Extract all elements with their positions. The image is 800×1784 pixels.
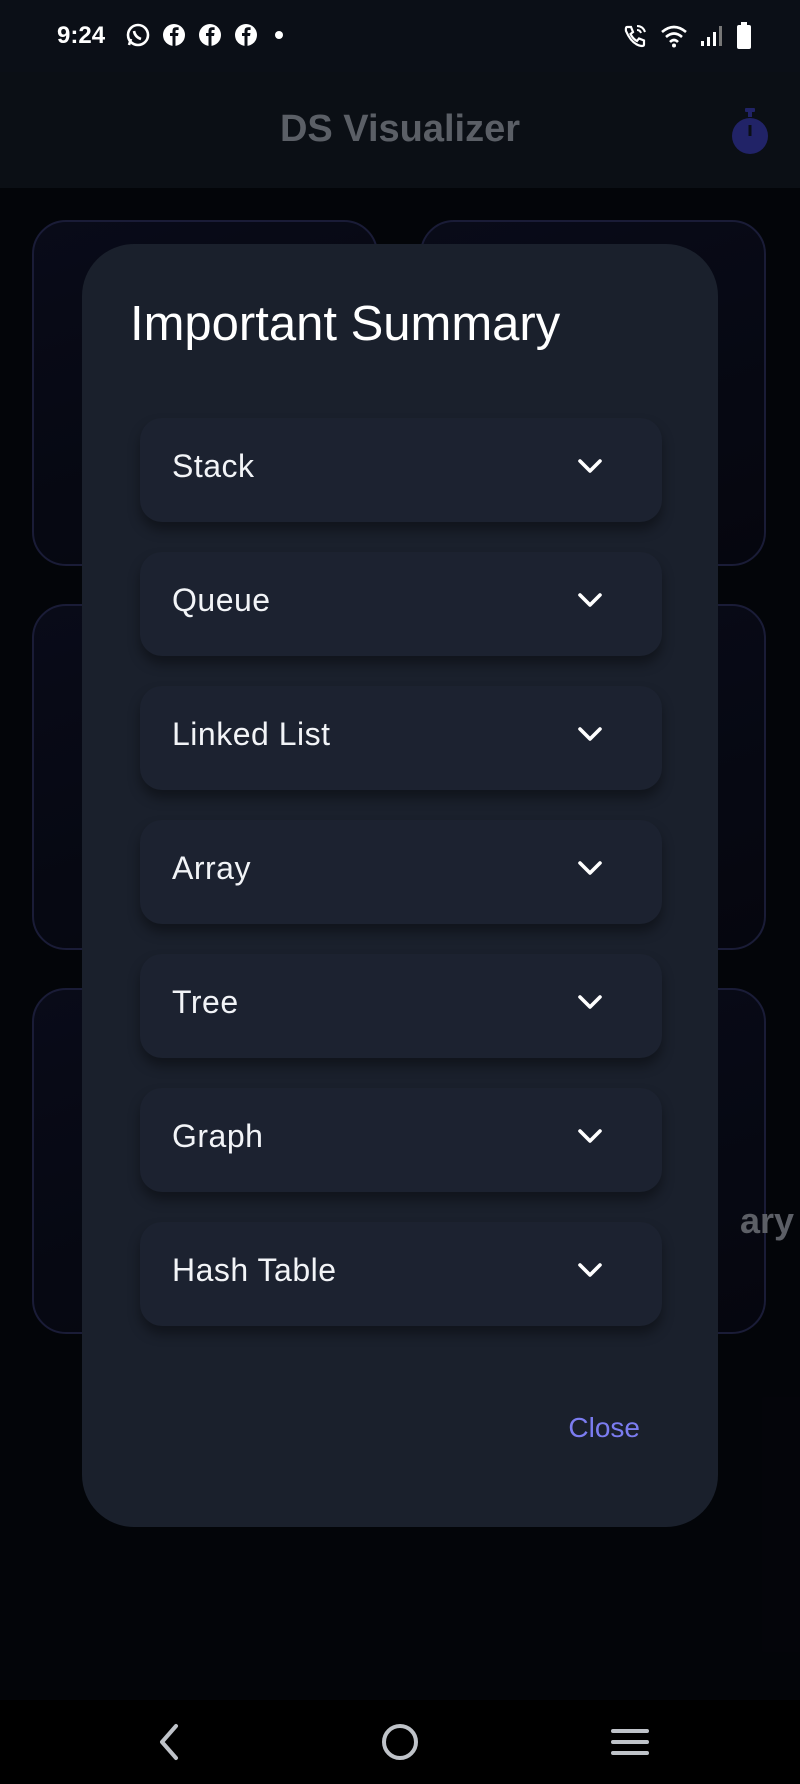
wifi-call-icon	[624, 25, 646, 48]
summary-item-label: Stack	[172, 448, 255, 484]
summary-item-queue[interactable]: Queue	[140, 552, 662, 656]
chevron-down-icon	[578, 861, 602, 875]
summary-item-label: Array	[172, 850, 251, 886]
more-notifications-dot-icon	[275, 31, 283, 39]
system-icons	[622, 22, 752, 50]
summary-list: Stack Queue Linked List Array Tree Graph	[140, 418, 662, 1356]
battery-icon	[737, 22, 751, 49]
summary-item-linked-list[interactable]: Linked List	[140, 686, 662, 790]
whatsapp-icon	[126, 23, 150, 47]
summary-item-label: Queue	[172, 582, 271, 618]
summary-item-label: Hash Table	[172, 1252, 337, 1288]
summary-item-tree[interactable]: Tree	[140, 954, 662, 1058]
chevron-down-icon	[578, 1129, 602, 1143]
summary-dialog: Important Summary Stack Queue Linked Lis…	[82, 244, 718, 1527]
facebook-icon	[199, 24, 221, 46]
signal-icon	[701, 26, 722, 46]
close-button[interactable]: Close	[568, 1412, 640, 1444]
chevron-down-icon	[578, 995, 602, 1009]
status-bar: 9:24	[0, 0, 800, 72]
summary-item-array[interactable]: Array	[140, 820, 662, 924]
chevron-down-icon	[578, 1263, 602, 1277]
notification-icons	[125, 22, 283, 48]
facebook-icon	[163, 24, 185, 46]
chevron-down-icon	[578, 459, 602, 473]
screen: 9:24 DS Visualizer ary Important Summary…	[0, 0, 800, 1784]
chevron-down-icon	[578, 593, 602, 607]
summary-item-label: Linked List	[172, 716, 331, 752]
summary-item-label: Graph	[172, 1118, 264, 1154]
system-nav-bar	[0, 1700, 800, 1784]
recents-icon[interactable]	[610, 1720, 650, 1764]
summary-item-graph[interactable]: Graph	[140, 1088, 662, 1192]
back-icon[interactable]	[154, 1720, 182, 1764]
chevron-down-icon	[578, 727, 602, 741]
summary-item-label: Tree	[172, 984, 239, 1020]
wifi-icon	[661, 25, 687, 48]
status-time: 9:24	[57, 22, 106, 49]
home-icon[interactable]	[380, 1720, 420, 1764]
dialog-title: Important Summary	[130, 297, 561, 351]
summary-item-hash-table[interactable]: Hash Table	[140, 1222, 662, 1326]
summary-item-stack[interactable]: Stack	[140, 418, 662, 522]
facebook-icon	[235, 24, 257, 46]
